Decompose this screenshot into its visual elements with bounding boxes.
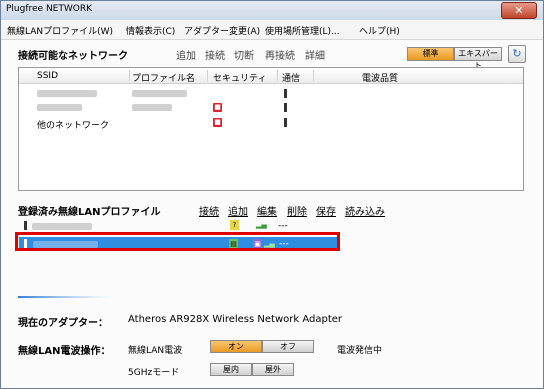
network-list[interactable]: SSID プロファイル名 セキュリティ 通信 電波品質 ■ 他のネットワーク ■ — [18, 67, 524, 191]
view-expert-toggle[interactable]: エキスパート — [454, 47, 502, 70]
menu-wireless-profile[interactable]: 無線LANプロファイル(W) — [7, 24, 113, 37]
network-list-header: SSID プロファイル名 セキュリティ 通信 電波品質 — [19, 68, 523, 84]
ghz-mode-label: 5GHzモード — [128, 368, 180, 378]
network-add-action[interactable]: 追加 — [176, 47, 196, 62]
column-ssid[interactable]: SSID — [37, 71, 58, 81]
profile-status-icon: ? — [230, 220, 239, 230]
close-button[interactable]: ✕ — [501, 2, 537, 19]
signal-bars-icon: ▂▄ — [256, 221, 267, 229]
adapter-value: Atheros AR928X Wireless Network Adapter — [128, 314, 343, 325]
radio-label: 無線LAN電波操作： — [18, 346, 111, 357]
column-divider — [313, 70, 314, 81]
refresh-icon[interactable]: ↻ — [508, 45, 526, 63]
menu-location-manage[interactable]: 使用場所管理(L)... — [265, 24, 340, 37]
profile-save-link[interactable]: 保存 — [316, 203, 336, 218]
profile-add-link[interactable]: 追加 — [228, 203, 248, 218]
menu-info-display[interactable]: 情報表示(C) — [126, 24, 175, 37]
ssid-blurred — [37, 90, 97, 97]
column-profile[interactable]: プロファイル名 — [132, 71, 195, 84]
profile-edit-link[interactable]: 編集 — [257, 203, 277, 218]
radio-on-button[interactable]: オン — [210, 340, 262, 353]
radio-status: 電波発信中 — [337, 346, 383, 356]
profile-connect-link[interactable]: 接続 — [199, 203, 219, 218]
network-disconnect-action[interactable]: 切断 — [234, 47, 254, 62]
menu-bar: 無線LANプロファイル(W) 情報表示(C) アダプター変更(A) 使用場所管理… — [1, 20, 543, 40]
column-security[interactable]: セキュリティ — [213, 71, 266, 84]
radio-off-button[interactable]: オフ — [262, 340, 314, 353]
profile-blurred — [132, 104, 172, 111]
app-window: Plugfree NETWORK ✕ 無線LANプロファイル(W) 情報表示(C… — [0, 0, 544, 389]
column-divider — [129, 70, 130, 81]
quality-text: --- — [278, 221, 288, 231]
profiles-title: 登録済み無線LANプロファイル — [18, 207, 161, 218]
lock-icon: ■ — [213, 103, 222, 112]
network-reconnect-action[interactable]: 再接続 — [265, 47, 295, 62]
profile-load-link[interactable]: 読み込み — [345, 203, 385, 218]
networks-title: 接続可能なネットワーク — [18, 51, 128, 62]
column-divider — [277, 70, 278, 81]
column-divider — [207, 70, 208, 81]
column-signal-quality[interactable]: 電波品質 — [362, 71, 398, 84]
profile-blurred — [132, 90, 187, 97]
view-standard-toggle[interactable]: 標準 — [407, 47, 454, 61]
profile-delete-link[interactable]: 削除 — [287, 203, 307, 218]
profile-name-blurred — [32, 223, 92, 230]
menu-adapter-change[interactable]: アダプター変更(A) — [184, 24, 260, 37]
network-details-action[interactable]: 詳細 — [305, 47, 325, 62]
column-traffic[interactable]: 通信 — [282, 71, 300, 84]
adapter-label: 現在のアダプター： — [18, 318, 108, 329]
indoor-button[interactable]: 屋内 — [210, 363, 252, 376]
section-divider — [18, 296, 108, 298]
outdoor-button[interactable]: 屋外 — [252, 363, 294, 376]
traffic-icon — [284, 89, 287, 98]
drag-handle-icon — [24, 221, 27, 230]
ssid-blurred — [37, 104, 82, 111]
highlight-box — [15, 232, 340, 251]
ssid-cell: 他のネットワーク — [37, 121, 110, 131]
network-connect-action[interactable]: 接続 — [205, 47, 225, 62]
traffic-icon — [284, 103, 287, 112]
window-title: Plugfree NETWORK — [6, 4, 93, 14]
lock-icon: ■ — [213, 118, 222, 127]
traffic-icon — [284, 118, 287, 127]
wlan-radio-label: 無線LAN電波 — [128, 346, 183, 356]
menu-help[interactable]: ヘルプ(H) — [359, 24, 400, 37]
title-bar: Plugfree NETWORK ✕ — [1, 1, 543, 20]
